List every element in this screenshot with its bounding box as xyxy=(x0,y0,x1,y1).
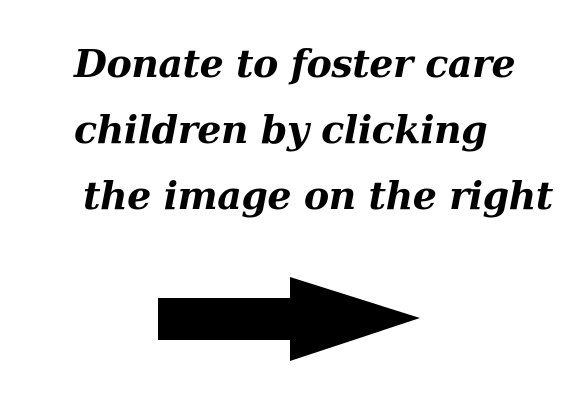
message-line-3: the image on the right xyxy=(83,173,553,218)
arrow-right-icon-graphic xyxy=(158,277,420,361)
message-line-1: Donate to foster care xyxy=(74,41,516,86)
message-line-2: children by clicking xyxy=(74,107,488,152)
arrow-right-icon xyxy=(158,277,420,361)
arrow-shape xyxy=(158,277,420,361)
donation-message: Donate to foster care children by clicki… xyxy=(0,0,570,240)
